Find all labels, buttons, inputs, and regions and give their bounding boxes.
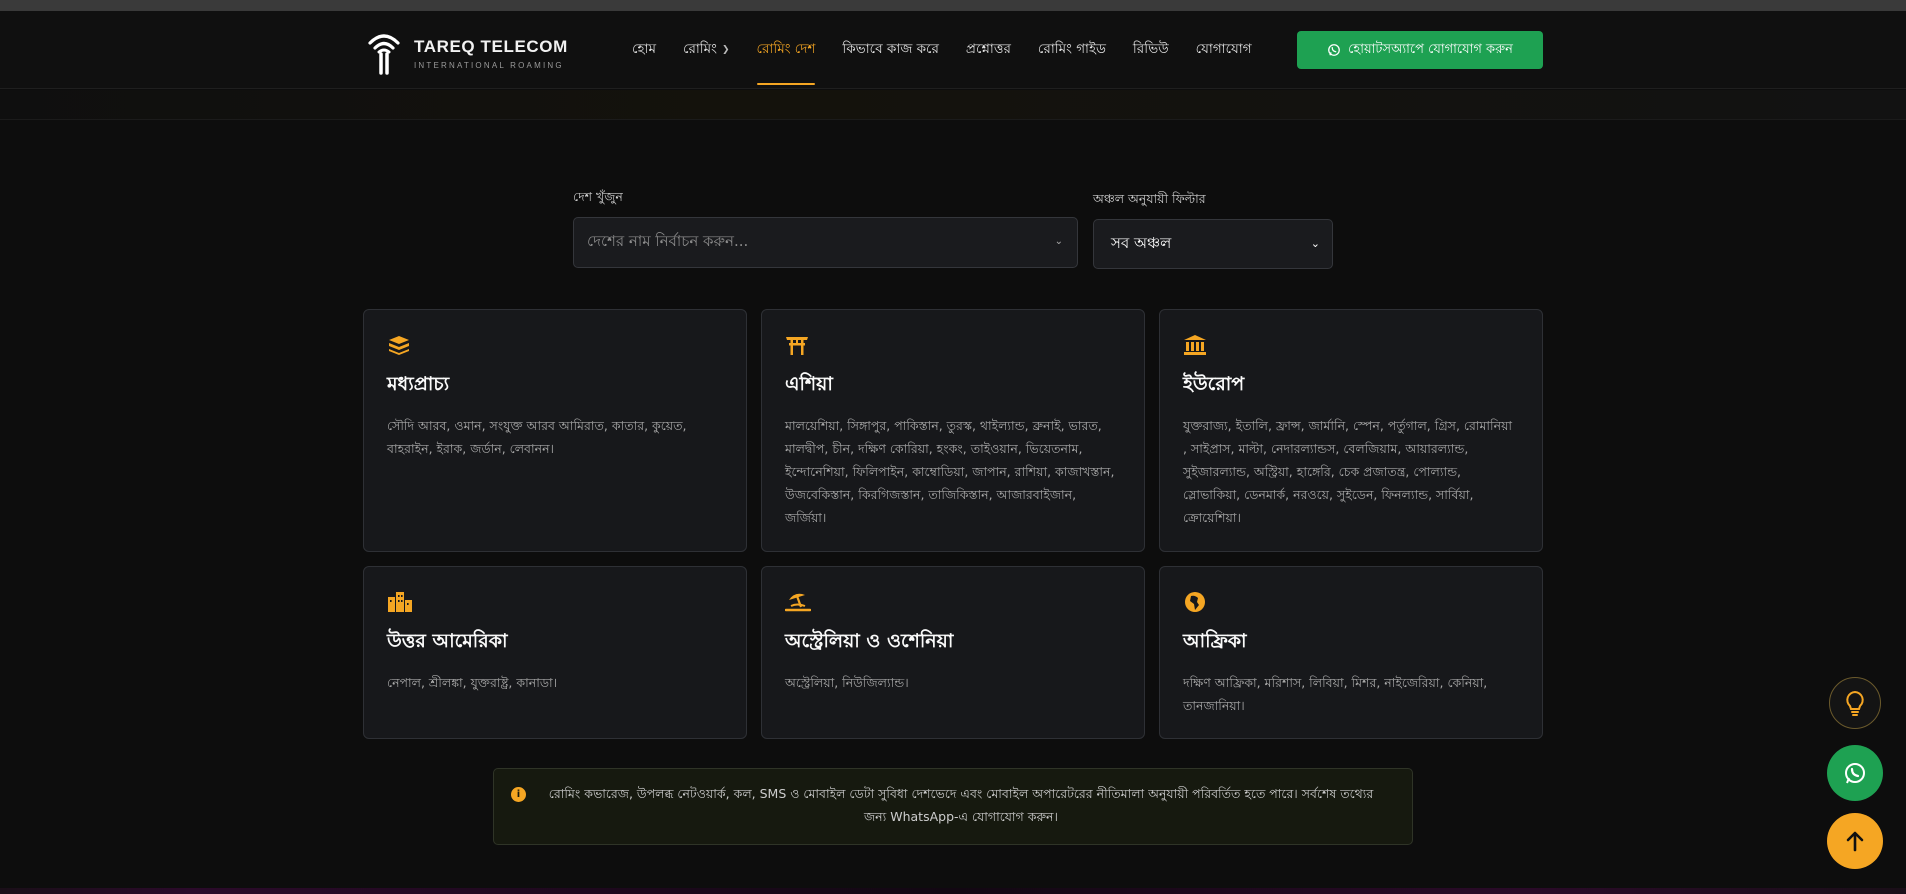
umbrella-beach-icon [784,591,1121,615]
whatsapp-icon [1328,44,1341,56]
lightbulb-icon [1846,690,1864,716]
region-title: অস্ট্রেলিয়া ও ওশেনিয়া [785,630,954,652]
region-countries: সৌদি আরব, ওমান, সংযুক্ত আরব আমিরাত, কাতা… [387,418,687,456]
info-icon: i [511,787,526,802]
roaming-notice: i রোমিং কভারেজ, উপলব্ধ নেটওয়ার্ক, কল, S… [493,768,1413,845]
region-title: মধ্যপ্রাচ্য [387,373,450,395]
site-header: TAREQ TELECOM INTERNATIONAL ROAMING হোম … [0,11,1906,89]
region-card-oceania[interactable]: অস্ট্রেলিয়া ও ওশেনিয়া অস্ট্রেলিয়া, নি… [761,566,1145,739]
region-card-europe[interactable]: ইউরোপ যুক্তরাজ্য, ইতালি, ফ্রান্স, জার্মা… [1159,309,1543,552]
landmark-icon [1183,334,1519,358]
kaaba-icon [387,334,723,358]
region-title: উত্তর আমেরিকা [387,630,508,652]
search-label: দেশ খুঁজুন [573,189,623,204]
region-filter-label: অঞ্চল অনুযায়ী ফিল্টার [1093,191,1206,206]
chevron-down-icon: ⌄ [1310,237,1320,250]
hero-band [0,90,1906,120]
main-nav: হোম রোমিং ❯ রোমিং দেশ কিভাবে কাজ করে প্রশ… [632,38,1252,85]
whatsapp-icon [1845,763,1865,784]
chevron-down-icon: ⌄ [1054,236,1063,247]
whatsapp-contact-button[interactable]: হোয়াটসঅ্যাপে যোগাযোগ করুন [1297,31,1543,69]
region-countries: মালয়েশিয়া, সিঙ্গাপুর, পাকিস্তান, তুরস্… [785,418,1115,525]
region-countries: অস্ট্রেলিয়া, নিউজিল্যান্ড। [785,675,909,690]
scroll-to-top-button[interactable] [1827,813,1883,869]
nav-roaming-countries[interactable]: রোমিং দেশ [756,38,815,85]
region-title: এশিয়া [785,373,833,395]
region-countries: নেপাল, শ্রীলঙ্কা, যুক্তরাষ্ট্র, কানাডা। [387,675,558,690]
nav-reviews[interactable]: রিভিউ [1133,38,1169,61]
brand-title: TAREQ TELECOM [414,36,568,56]
nav-roaming-guide[interactable]: রোমিং গাইড [1038,38,1106,61]
arrow-up-icon [1846,831,1864,852]
country-search-select[interactable]: দেশের নাম নির্বাচন করুন... ⌄ [573,217,1078,268]
nav-faq[interactable]: প্রশ্নোত্তর [966,38,1011,61]
region-countries: যুক্তরাজ্য, ইতালি, ফ্রান্স, জার্মানি, স্… [1183,418,1513,525]
floating-whatsapp-button[interactable] [1827,745,1883,801]
nav-roaming[interactable]: রোমিং ❯ [683,38,730,61]
region-card-asia[interactable]: এশিয়া মালয়েশিয়া, সিঙ্গাপুর, পাকিস্তান… [761,309,1145,552]
tips-button[interactable] [1829,677,1881,729]
region-title: আফ্রিকা [1183,630,1247,652]
nav-home[interactable]: হোম [632,38,656,61]
brand-logo[interactable]: TAREQ TELECOM INTERNATIONAL ROAMING [364,31,568,75]
region-filter-select[interactable]: সব অঞ্চল ⌄ [1093,219,1333,269]
region-title: ইউরোপ [1183,373,1245,395]
browser-top-strip [0,0,1906,11]
torii-gate-icon [785,334,1121,358]
region-card-north-america[interactable]: উত্তর আমেরিকা নেপাল, শ্রীলঙ্কা, যুক্তরাষ… [363,566,747,739]
region-card-middle-east[interactable]: মধ্যপ্রাচ্য সৌদি আরব, ওমান, সংযুক্ত আরব … [363,309,747,552]
globe-africa-icon [1183,591,1519,615]
brand-subtitle: INTERNATIONAL ROAMING [414,60,564,70]
city-icon [387,591,723,615]
notice-text: রোমিং কভারেজ, উপলব্ধ নেটওয়ার্ক, কল, SMS… [548,786,1374,824]
region-countries: দক্ষিণ আফ্রিকা, মরিশাস, লিবিয়া, মিশর, ন… [1183,675,1488,713]
nav-contact[interactable]: যোগাযোগ [1196,38,1252,61]
antenna-logo-icon [368,34,400,75]
nav-how-it-works[interactable]: কিভাবে কাজ করে [842,38,939,61]
region-card-africa[interactable]: আফ্রিকা দক্ষিণ আফ্রিকা, মরিশাস, লিবিয়া,… [1159,566,1543,739]
chevron-down-icon: ❯ [721,44,730,55]
footer-glow [0,888,1906,894]
